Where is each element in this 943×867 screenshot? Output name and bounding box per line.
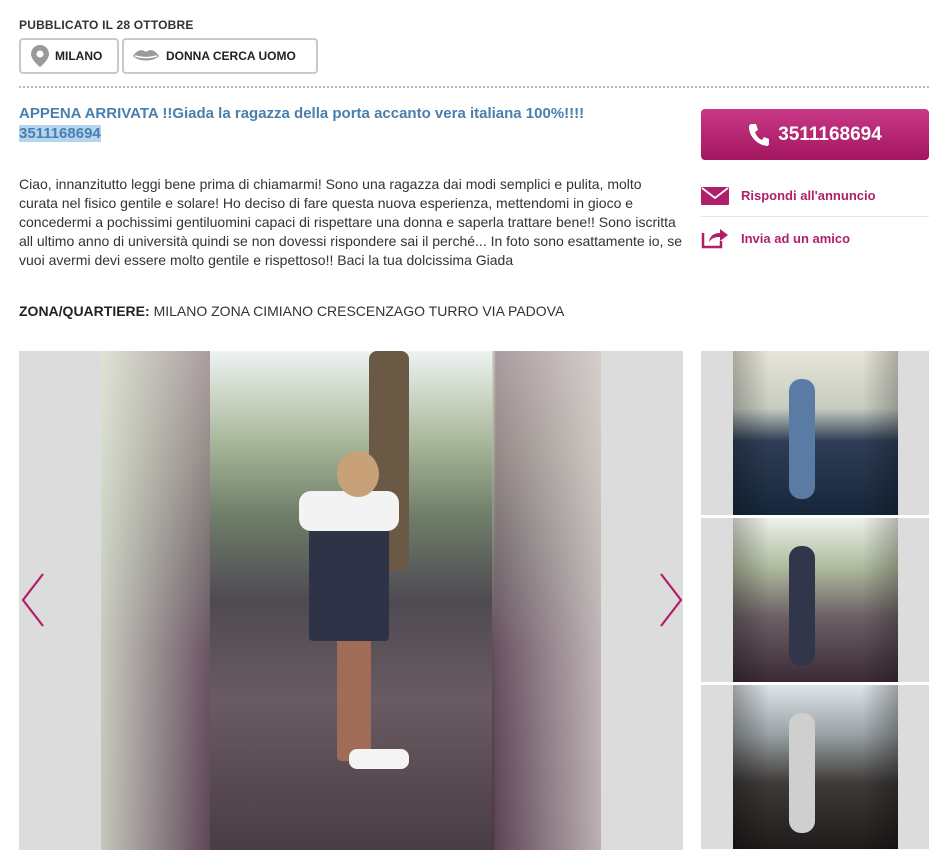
thumbnail-figure: [789, 546, 815, 666]
phone-icon: [749, 123, 770, 146]
ad-title-text: APPENA ARRIVATA !!Giada la ragazza della…: [19, 105, 585, 122]
share-icon: [701, 229, 728, 249]
tag-category-label: DONNA CERCA UOMO: [166, 49, 296, 63]
tag-city[interactable]: MILANO: [19, 38, 119, 74]
reply-label: Rispondi all'annuncio: [741, 188, 876, 203]
zone-value: MILANO ZONA CIMIANO CRESCENZAGO TURRO VI…: [153, 303, 565, 319]
person-head: [337, 451, 379, 497]
share-link[interactable]: Invia ad un amico: [701, 217, 929, 259]
thumbnail-image: [733, 351, 898, 515]
person-shoes: [349, 749, 409, 769]
lips-icon: [133, 50, 159, 61]
call-button-label: 3511168694: [778, 123, 882, 145]
tag-city-label: MILANO: [55, 49, 103, 63]
location-pin-icon: [31, 45, 49, 67]
thumbnail-figure: [789, 379, 815, 499]
zone-info: ZONA/QUARTIERE: MILANO ZONA CIMIANO CRES…: [19, 303, 564, 319]
tag-category[interactable]: DONNA CERCA UOMO: [122, 38, 318, 74]
person-shirt: [299, 491, 399, 531]
divider: [19, 86, 929, 88]
person-legs: [337, 631, 371, 761]
thumbnail-figure: [789, 713, 815, 833]
reply-link[interactable]: Rispondi all'annuncio: [701, 175, 929, 217]
thumbnail-3[interactable]: [701, 685, 929, 849]
main-photo[interactable]: [19, 351, 683, 850]
chevron-right-icon[interactable]: [655, 572, 685, 628]
envelope-icon: [701, 186, 729, 205]
thumbnail-2[interactable]: [701, 518, 929, 682]
share-label: Invia ad un amico: [741, 230, 851, 246]
thumbnail-image: [733, 685, 898, 849]
published-date: PUBBLICATO IL 28 OTTOBRE: [19, 18, 194, 32]
call-button[interactable]: 3511168694: [701, 109, 929, 160]
ad-description: Ciao, innanzitutto leggi bene prima di c…: [19, 176, 683, 268]
ad-title: APPENA ARRIVATA !!Giada la ragazza della…: [19, 104, 684, 144]
thumbnail-1[interactable]: [701, 351, 929, 515]
thumbnail-image: [733, 518, 898, 682]
chevron-left-icon[interactable]: [19, 572, 49, 628]
ad-title-phone: 3511168694: [19, 125, 101, 142]
zone-label: ZONA/QUARTIERE:: [19, 303, 150, 319]
